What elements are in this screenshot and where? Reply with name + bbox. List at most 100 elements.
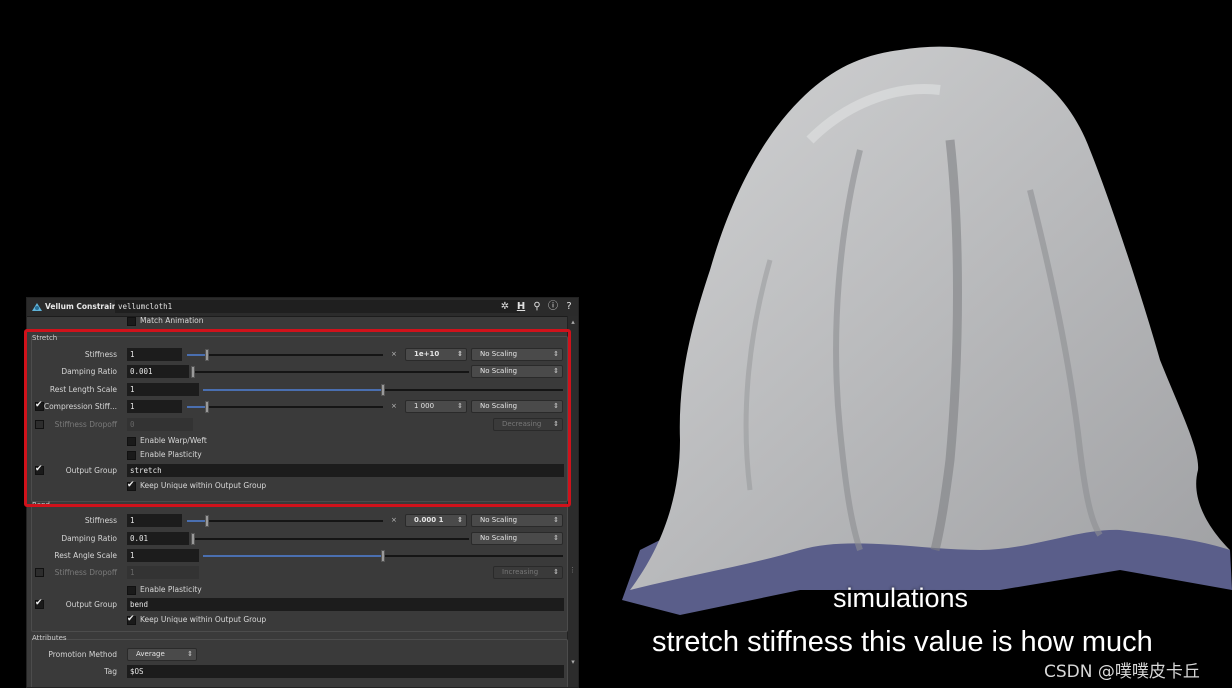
bend-damping-label: Damping Ratio (61, 534, 117, 543)
stretch-damping-scaling-menu[interactable]: No Scaling ⇕ (471, 365, 563, 378)
warp-weft-checkbox[interactable] (127, 437, 136, 446)
tag-field[interactable]: $OS (127, 665, 564, 678)
menu-arrows-icon: ⇕ (553, 534, 559, 542)
vellum-node-icon (32, 303, 42, 311)
parameter-panel: Vellum Constraints vellumcloth1 ✲ H ⚲ ⓘ … (26, 297, 579, 688)
slider-fill (203, 555, 383, 557)
stretch-stiffness-scaling-menu[interactable]: No Scaling ⇕ (471, 348, 563, 361)
gear-icon[interactable]: ✲ (499, 300, 511, 313)
bend-dropoff-field[interactable]: 1 (127, 566, 199, 579)
bend-plasticity-checkbox[interactable] (127, 586, 136, 595)
multiply-icon: × (391, 350, 397, 358)
multiply-icon: × (391, 516, 397, 524)
stretch-dropoff-field[interactable]: 0 (127, 418, 193, 431)
panel-titlebar: Vellum Constraints vellumcloth1 ✲ H ⚲ ⓘ … (27, 298, 578, 317)
help-h-icon[interactable]: H (515, 300, 527, 313)
tag-row: Tag $OS (27, 665, 568, 679)
bend-stiffness-multiplier[interactable]: 0.000 1 ⇕ (405, 514, 467, 527)
bend-rest-angle-label: Rest Angle Scale (54, 551, 117, 560)
bend-stiffness-slider[interactable] (187, 515, 383, 527)
stepper-arrows-icon[interactable]: ⇕ (457, 401, 463, 412)
cloth-simulation-render (622, 46, 1232, 615)
bend-keep-unique-label: Keep Unique within Output Group (140, 615, 267, 624)
stretch-stiffness-field[interactable]: 1 (127, 348, 182, 361)
stepper-arrows-icon[interactable]: ⇕ (457, 515, 463, 526)
slider-handle[interactable] (204, 349, 209, 361)
subtitle-line-1: simulations (833, 583, 969, 613)
stretch-output-group-label: Output Group (65, 466, 117, 475)
subtitle-line-2: stretch stiffness this value is how much (652, 626, 1153, 658)
node-name-field[interactable]: vellumcloth1 (115, 300, 520, 313)
stretch-keep-unique-checkbox[interactable]: ✔ (127, 480, 136, 491)
promotion-method-label: Promotion Method (48, 650, 117, 659)
menu-arrows-icon: ⇕ (553, 516, 559, 524)
stretch-dropoff-row: Stiffness Dropoff 0 Decreasing ⇕ (27, 418, 568, 432)
bend-stiffness-scaling-value: No Scaling (480, 516, 518, 524)
bend-dropoff-mode-menu[interactable]: Increasing ⇕ (493, 566, 563, 579)
bend-keep-unique-checkbox[interactable]: ✔ (127, 614, 136, 625)
bend-stiffness-multiplier-value: 0.000 1 (414, 516, 444, 524)
stretch-rest-length-slider[interactable] (203, 384, 563, 396)
slider-handle[interactable] (191, 533, 195, 545)
bend-output-group-field[interactable]: bend (127, 598, 564, 611)
stretch-compression-row: ✔ Compression Stiff... 1 × 1 000 ⇕ No Sc… (27, 400, 568, 414)
bend-rest-angle-field[interactable]: 1 (127, 549, 199, 562)
stretch-dropoff-label: Stiffness Dropoff (54, 420, 117, 429)
stretch-damping-slider[interactable] (191, 366, 469, 378)
bend-damping-slider[interactable] (191, 533, 469, 545)
scroll-down-arrow-icon[interactable]: ▾ (569, 658, 577, 668)
stretch-stiffness-multiplier[interactable]: 1e+10 ⇕ (405, 348, 467, 361)
stretch-compression-field[interactable]: 1 (127, 400, 182, 413)
stretch-damping-row: Damping Ratio 0.001 No Scaling ⇕ (27, 365, 568, 379)
stretch-compression-multiplier[interactable]: 1 000 ⇕ (405, 400, 467, 413)
bend-rest-angle-row: Rest Angle Scale 1 (27, 549, 568, 563)
menu-arrows-icon: ⇕ (553, 350, 559, 358)
panel-scrollbar[interactable] (567, 316, 578, 687)
stretch-compression-scaling-menu[interactable]: No Scaling ⇕ (471, 400, 563, 413)
stretch-section-title: Stretch (32, 334, 58, 342)
stretch-damping-field[interactable]: 0.001 (127, 365, 189, 378)
stretch-rest-length-row: Rest Length Scale 1 (27, 383, 568, 397)
stretch-stiffness-multiplier-value: 1e+10 (414, 350, 440, 358)
slider-handle[interactable] (204, 515, 209, 527)
bend-stiffness-field[interactable]: 1 (127, 514, 182, 527)
info-icon[interactable]: ⓘ (547, 300, 559, 313)
slider-handle[interactable] (191, 366, 195, 378)
question-icon[interactable]: ? (563, 300, 575, 313)
stretch-stiffness-slider[interactable] (187, 349, 383, 361)
node-type-label: Vellum Constraints (45, 302, 126, 311)
stretch-dropoff-mode-menu[interactable]: Decreasing ⇕ (493, 418, 563, 431)
slider-handle[interactable] (381, 550, 385, 562)
menu-arrows-icon: ⇕ (187, 650, 193, 658)
tag-label: Tag (104, 667, 117, 676)
stretch-rest-length-field[interactable]: 1 (127, 383, 199, 396)
checkmark-icon: ✔ (127, 480, 135, 490)
bend-output-group-row: ✔ Output Group bend (27, 598, 568, 612)
promotion-method-row: Promotion Method Average ⇕ (27, 648, 568, 662)
bend-damping-field[interactable]: 0.01 (127, 532, 189, 545)
slider-handle[interactable] (381, 384, 385, 396)
stepper-arrows-icon[interactable]: ⇕ (457, 349, 463, 360)
slider-fill (203, 389, 383, 391)
stretch-output-group-field[interactable]: stretch (127, 464, 564, 477)
match-animation-checkbox[interactable] (127, 317, 136, 326)
bend-damping-scaling-value: No Scaling (480, 534, 518, 542)
bend-damping-row: Damping Ratio 0.01 No Scaling ⇕ (27, 532, 568, 546)
bend-damping-scaling-menu[interactable]: No Scaling ⇕ (471, 532, 563, 545)
stretch-plasticity-checkbox[interactable] (127, 451, 136, 460)
bend-rest-angle-slider[interactable] (203, 550, 563, 562)
attributes-section-title: Attributes (32, 634, 67, 642)
bend-dropoff-row: Stiffness Dropoff 1 Increasing ⇕ (27, 566, 568, 580)
bend-stiffness-scaling-menu[interactable]: No Scaling ⇕ (471, 514, 563, 527)
stretch-compression-slider[interactable] (187, 401, 383, 413)
stretch-plasticity-label: Enable Plasticity (140, 450, 202, 459)
scroll-up-arrow-icon[interactable]: ▴ (569, 318, 577, 328)
match-animation-label: Match Animation (140, 316, 204, 325)
cloth-sheet (630, 46, 1230, 591)
search-icon[interactable]: ⚲ (531, 300, 543, 313)
stretch-output-group-row: ✔ Output Group stretch (27, 464, 568, 478)
bend-dropoff-mode-value: Increasing (502, 568, 539, 576)
promotion-method-menu[interactable]: Average ⇕ (127, 648, 197, 661)
slider-handle[interactable] (204, 401, 209, 413)
scroll-grip-icon[interactable]: ⋮⋮ (569, 566, 578, 578)
